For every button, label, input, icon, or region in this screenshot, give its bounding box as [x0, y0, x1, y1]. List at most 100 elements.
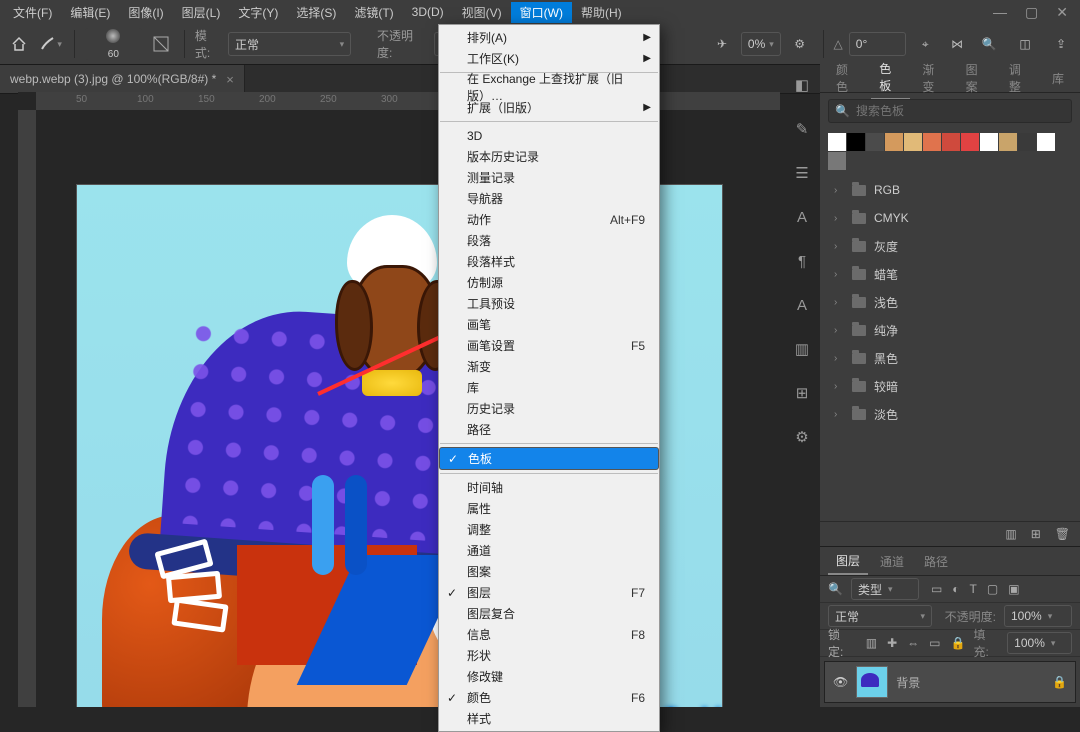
swatch-folder[interactable]: ›CMYK — [826, 204, 1074, 232]
filter-icon[interactable]: T — [970, 582, 977, 596]
brush-tool-icon[interactable]: ▾ — [38, 31, 64, 57]
grid-view-icon[interactable]: ▥ — [1005, 527, 1016, 541]
menu-type[interactable]: 文字(Y) — [229, 2, 287, 23]
ruler-vertical[interactable] — [18, 110, 36, 707]
menuitem[interactable]: 时间轴 — [439, 477, 659, 498]
menuitem[interactable]: 工作区(K)▶ — [439, 48, 659, 69]
layer-fill-field[interactable]: 100%▾ — [1007, 632, 1072, 654]
panel-icon[interactable]: ✎ — [787, 114, 817, 144]
filter-icon[interactable]: ▢ — [987, 582, 998, 596]
menu-edit[interactable]: 编辑(E) — [61, 2, 119, 23]
swatch[interactable] — [866, 133, 884, 151]
search-icon[interactable]: 🔍 — [976, 31, 1002, 57]
menu-layer[interactable]: 图层(L) — [173, 2, 230, 23]
panel-tab[interactable]: 调整 — [1001, 57, 1040, 99]
menuitem[interactable]: 图案 — [439, 561, 659, 582]
swatch[interactable] — [847, 133, 865, 151]
swatch[interactable] — [828, 152, 846, 170]
lock-option-icon[interactable]: ▭ — [929, 636, 940, 650]
menuitem[interactable]: 动作Alt+F9 — [439, 209, 659, 230]
menuitem[interactable]: 排列(A)▶ — [439, 27, 659, 48]
layer-row[interactable]: 👁 背景 🔒 — [824, 661, 1076, 703]
menuitem[interactable]: 形状 — [439, 645, 659, 666]
menu-image[interactable]: 图像(I) — [119, 2, 172, 23]
angle-field[interactable]: 0° — [849, 32, 907, 56]
panel-icon[interactable]: ▥ — [787, 334, 817, 364]
visibility-icon[interactable]: 👁 — [833, 675, 848, 689]
menuitem[interactable]: 路径 — [439, 419, 659, 440]
menuitem[interactable]: 工具预设 — [439, 293, 659, 314]
menuitem[interactable]: 在 Exchange 上查找扩展（旧版）… — [439, 76, 659, 97]
menuitem[interactable]: 扩展（旧版）▶ — [439, 97, 659, 118]
maximize-icon[interactable]: ▢ — [1025, 4, 1038, 21]
swatches-search[interactable]: 🔍 — [828, 99, 1072, 123]
workspace-icon[interactable]: ◫ — [1012, 31, 1038, 57]
swatch-folder[interactable]: ›浅色 — [826, 288, 1074, 316]
panel-icon[interactable]: ⊞ — [787, 378, 817, 408]
swatch[interactable] — [828, 133, 846, 151]
menuitem[interactable]: 通道 — [439, 540, 659, 561]
panel-icon[interactable]: ¶ — [787, 246, 817, 276]
lock-icon[interactable]: 🔒 — [1052, 675, 1067, 689]
panel-tab[interactable]: 路径 — [916, 549, 956, 574]
layer-thumbnail[interactable] — [856, 666, 888, 698]
swatch[interactable] — [961, 133, 979, 151]
menu-select[interactable]: 选择(S) — [287, 2, 345, 23]
menuitem[interactable]: 画笔设置F5 — [439, 335, 659, 356]
menuitem[interactable]: 仿制源 — [439, 272, 659, 293]
menuitem[interactable]: 图层复合 — [439, 603, 659, 624]
delete-icon[interactable]: 🗑 — [1055, 527, 1070, 541]
menuitem[interactable]: 版本历史记录 — [439, 146, 659, 167]
menuitem[interactable]: 导航器 — [439, 188, 659, 209]
close-icon[interactable]: ✕ — [1056, 4, 1068, 21]
swatch-folder[interactable]: ›蜡笔 — [826, 260, 1074, 288]
filter-icon[interactable]: ▣ — [1008, 582, 1019, 596]
lock-option-icon[interactable]: 🔒 — [950, 636, 965, 650]
menuitem[interactable]: 历史记录 — [439, 398, 659, 419]
layer-blend-select[interactable]: 正常▾ — [828, 605, 932, 627]
menuitem[interactable]: 渐变 — [439, 356, 659, 377]
menu-view[interactable]: 视图(V) — [453, 2, 511, 23]
panel-tab[interactable]: 库 — [1044, 66, 1072, 91]
menuitem[interactable]: 段落 — [439, 230, 659, 251]
swatch[interactable] — [942, 133, 960, 151]
minimize-icon[interactable]: — — [993, 4, 1007, 21]
new-swatch-icon[interactable]: ⊞ — [1031, 527, 1041, 541]
menuitem[interactable]: 调整 — [439, 519, 659, 540]
menu-filter[interactable]: 滤镜(T) — [345, 2, 402, 23]
panel-icon[interactable]: ☰ — [787, 158, 817, 188]
panel-tab[interactable]: 通道 — [872, 549, 912, 574]
ruler-horizontal[interactable]: 50100150200250300350400650 — [36, 92, 780, 110]
menuitem[interactable]: 样式 — [439, 708, 659, 729]
layer-opacity-field[interactable]: 100%▾ — [1004, 605, 1072, 627]
search-icon[interactable]: 🔍 — [828, 582, 843, 596]
share-icon[interactable]: ⇪ — [1048, 31, 1074, 57]
butterfly-icon[interactable]: ⋈ — [944, 31, 970, 57]
layer-filter-type[interactable]: 类型▾ — [851, 578, 919, 600]
blend-mode-select[interactable]: 正常▾ — [228, 32, 351, 56]
symmetry-icon[interactable]: ⌖ — [912, 31, 938, 57]
swatch-folder[interactable]: ›淡色 — [826, 400, 1074, 428]
tool-home-icon[interactable] — [6, 31, 32, 57]
flow-field[interactable]: 0%▾ — [741, 32, 781, 56]
filter-icon[interactable]: ▭ — [931, 582, 942, 596]
swatch[interactable] — [1037, 133, 1055, 151]
menuitem[interactable]: ✓色板 — [439, 447, 659, 470]
menuitem[interactable]: 测量记录 — [439, 167, 659, 188]
panel-icon[interactable]: ◧ — [787, 70, 817, 100]
swatch[interactable] — [980, 133, 998, 151]
menuitem[interactable]: ✓图层F7 — [439, 582, 659, 603]
menuitem[interactable]: 画笔 — [439, 314, 659, 335]
swatches-search-input[interactable] — [856, 104, 1011, 118]
menuitem[interactable]: 库 — [439, 377, 659, 398]
swatch[interactable] — [904, 133, 922, 151]
brush-preset[interactable]: 60 — [85, 28, 143, 60]
swatch-folder[interactable]: ›较暗 — [826, 372, 1074, 400]
swatch-folder[interactable]: ›RGB — [826, 176, 1074, 204]
menuitem[interactable]: 信息F8 — [439, 624, 659, 645]
document-tab[interactable]: webp.webp (3).jpg @ 100%(RGB/8#) * × — [0, 65, 245, 93]
layer-name[interactable]: 背景 — [896, 674, 920, 691]
airbrush-icon[interactable]: ✈ — [709, 31, 735, 57]
panel-icon[interactable]: A — [787, 202, 817, 232]
menu-help[interactable]: 帮助(H) — [572, 2, 631, 23]
